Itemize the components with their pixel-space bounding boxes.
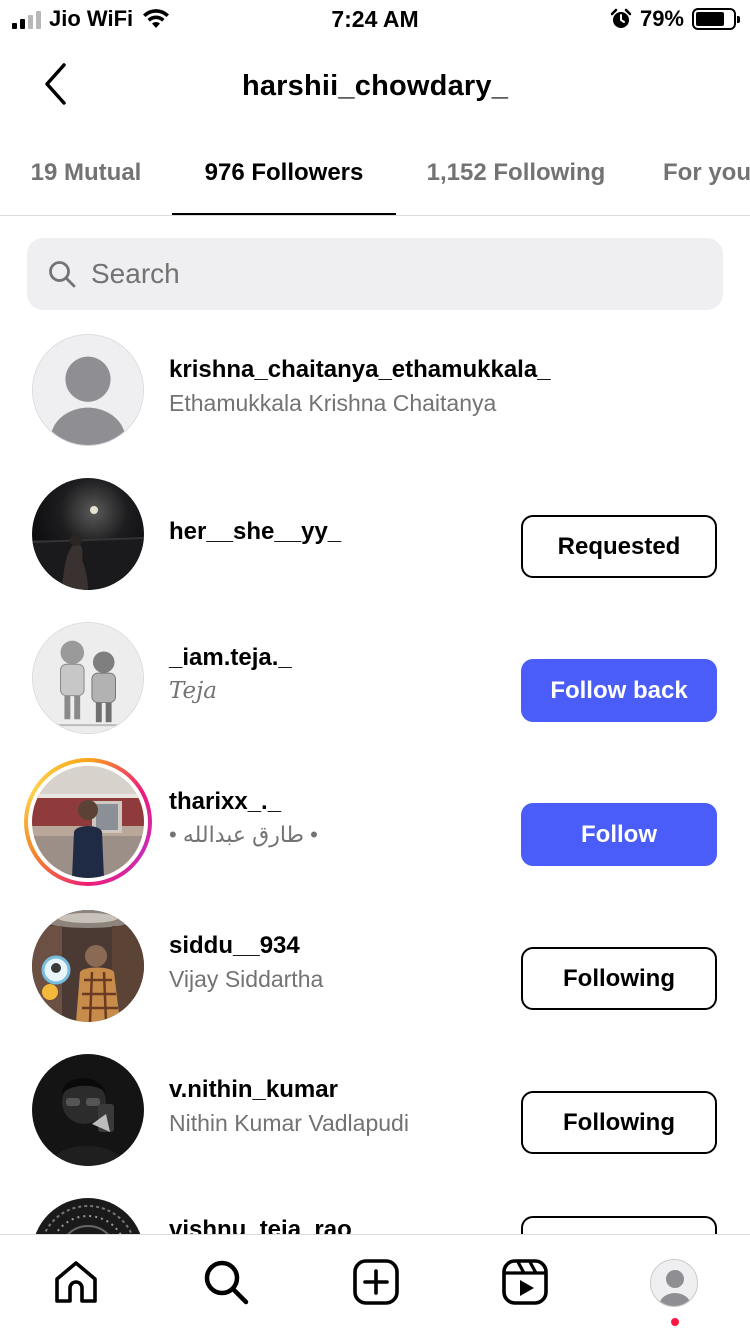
tab-followers[interactable]: 976 Followers	[172, 140, 396, 215]
search-bar[interactable]	[27, 238, 723, 310]
list-item[interactable]: siddu__934 Vijay Siddartha Following	[0, 908, 750, 1052]
list-item[interactable]: v.nithin_kumar Nithin Kumar Vadlapudi Fo…	[0, 1052, 750, 1196]
full-name: Teja	[169, 678, 218, 704]
avatar[interactable]	[32, 478, 144, 590]
following-button[interactable]: Following	[521, 947, 717, 1010]
user-names: vishnu_teja_rao	[169, 1216, 509, 1234]
following-button[interactable]: Following	[521, 1091, 717, 1154]
username[interactable]: _iam.teja._	[169, 644, 509, 672]
bottom-nav	[0, 1234, 750, 1334]
page-title: harshii_chowdary_	[241, 70, 509, 102]
full-name: • طارق عبدالله •	[169, 822, 318, 847]
avatar[interactable]	[32, 910, 144, 1022]
default-avatar-icon	[33, 335, 143, 445]
list-item[interactable]: vishnu_teja_rao	[0, 1196, 750, 1234]
profile-photo	[32, 1198, 144, 1234]
battery-percent: 79%	[639, 6, 684, 31]
list-item[interactable]: her__she__yy_ Requested	[0, 476, 750, 620]
username[interactable]: v.nithin_kumar	[169, 1076, 509, 1104]
username[interactable]: vishnu_teja_rao	[169, 1216, 509, 1234]
nav-create[interactable]	[351, 1257, 401, 1307]
nav-search[interactable]	[201, 1257, 251, 1307]
user-names: siddu__934 Vijay Siddartha	[169, 932, 509, 993]
header: harshii_chowdary_	[0, 52, 750, 122]
username[interactable]: siddu__934	[169, 932, 509, 960]
status-right: 79%	[610, 6, 740, 32]
full-name: Vijay Siddartha	[169, 966, 324, 992]
profile-photo	[32, 1054, 144, 1166]
home-icon	[55, 1261, 97, 1303]
follow-back-button[interactable]: Follow back	[521, 659, 717, 722]
tab-for-you[interactable]: For you	[636, 140, 750, 215]
search-icon	[204, 1260, 249, 1305]
tab-bar: 19 Mutual 976 Followers 1,152 Following …	[0, 140, 750, 216]
list-item[interactable]: krishna_chaitanya_ethamukkala_ Ethamukka…	[0, 332, 750, 476]
reels-icon	[502, 1259, 548, 1305]
create-icon	[353, 1259, 399, 1305]
follow-button[interactable]: Follow	[521, 803, 717, 866]
nav-profile[interactable]	[650, 1259, 698, 1307]
avatar[interactable]	[32, 334, 144, 446]
username[interactable]: krishna_chaitanya_ethamukkala_	[169, 356, 551, 384]
profile-photo	[32, 766, 144, 878]
full-name: Ethamukkala Krishna Chaitanya	[169, 390, 497, 416]
user-names: _iam.teja._ Teja	[169, 644, 509, 704]
list-item[interactable]: _iam.teja._ Teja Follow back	[0, 620, 750, 764]
avatar[interactable]	[32, 622, 144, 734]
profile-photo	[32, 910, 144, 1022]
user-names: tharixx_._ • طارق عبدالله •	[169, 788, 509, 848]
list-item[interactable]: tharixx_._ • طارق عبدالله • Follow	[0, 758, 750, 908]
requested-button[interactable]: Requested	[521, 515, 717, 578]
avatar[interactable]	[32, 1198, 144, 1234]
user-names: v.nithin_kumar Nithin Kumar Vadlapudi	[169, 1076, 509, 1137]
nav-home[interactable]	[51, 1257, 101, 1307]
status-bar: Jio WiFi 7:24 AM 79%	[0, 0, 750, 40]
profile-icon	[651, 1260, 697, 1306]
alarm-icon	[610, 8, 632, 28]
search-icon	[49, 261, 76, 288]
avatar[interactable]	[32, 1054, 144, 1166]
notification-dot	[671, 1318, 679, 1326]
username[interactable]: her__she__yy_	[169, 518, 509, 546]
profile-photo	[32, 478, 144, 590]
avatar-with-story-ring[interactable]	[24, 758, 152, 886]
tab-following[interactable]: 1,152 Following	[396, 140, 636, 215]
user-names: her__she__yy_	[169, 518, 509, 546]
follow-action-button[interactable]	[521, 1216, 717, 1234]
profile-photo	[33, 623, 143, 733]
full-name: Nithin Kumar Vadlapudi	[169, 1110, 409, 1136]
user-names: krishna_chaitanya_ethamukkala_ Ethamukka…	[169, 356, 551, 417]
nav-reels[interactable]	[500, 1257, 550, 1307]
username[interactable]: tharixx_._	[169, 788, 509, 816]
followers-list: krishna_chaitanya_ethamukkala_ Ethamukka…	[0, 330, 750, 1234]
tab-mutual[interactable]: 19 Mutual	[0, 140, 172, 215]
battery-icon	[692, 8, 740, 30]
search-input[interactable]	[91, 258, 651, 290]
